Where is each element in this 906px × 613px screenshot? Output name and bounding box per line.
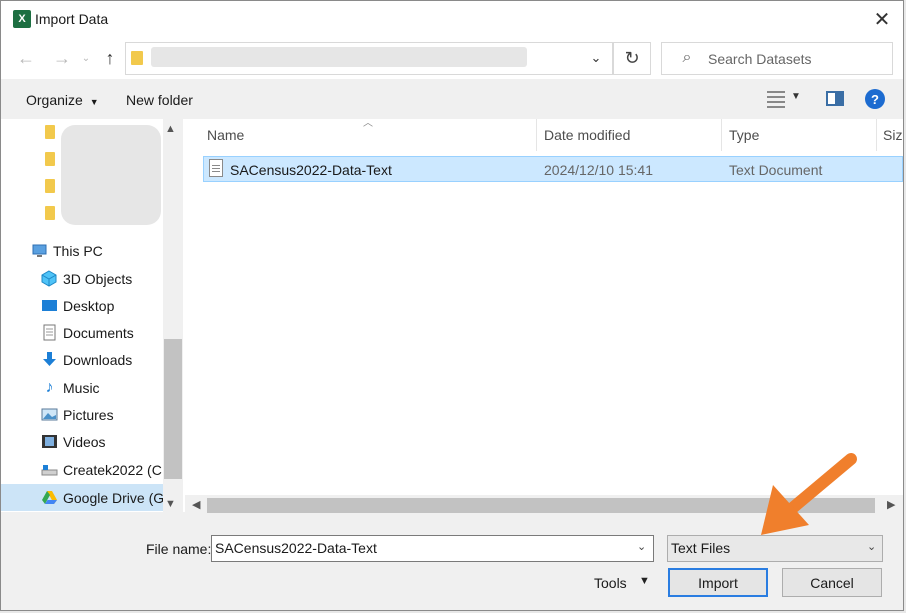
help-icon[interactable]: ?: [865, 89, 885, 109]
videos-icon: [41, 433, 58, 450]
nav-item-label: Google Drive (G:: [63, 489, 163, 506]
caret-down-icon: ▼: [89, 97, 99, 107]
tools-button[interactable]: Tools: [594, 575, 627, 591]
import-data-dialog: X Import Data ✕ ← → ⌄ ↑ ⌄ ↻ ⌕ Search Dat…: [0, 0, 904, 611]
file-type: Text Document: [729, 162, 823, 178]
column-header-size[interactable]: Size: [883, 127, 903, 143]
organize-label: Organize: [26, 92, 83, 108]
nav-item-label: Createk2022 (C:): [63, 461, 171, 478]
refresh-button[interactable]: ↻: [613, 42, 651, 75]
nav-item-3d-objects[interactable]: 3D Objects: [41, 265, 173, 292]
pictures-icon: [41, 406, 58, 423]
title-bar: [1, 1, 903, 37]
nav-item-desktop[interactable]: Desktop: [41, 292, 173, 319]
folder-icon: [131, 51, 143, 65]
back-button[interactable]: ←: [15, 47, 37, 69]
documents-icon: [41, 324, 58, 341]
view-options-icon[interactable]: [767, 90, 785, 108]
nav-item-label: Desktop: [63, 297, 115, 314]
file-date-modified: 2024/12/10 15:41: [544, 162, 653, 178]
scroll-down-icon[interactable]: ▼: [165, 498, 176, 510]
nav-item-label: Documents: [63, 324, 134, 341]
folder-icon: [45, 179, 55, 193]
folder-icon: [45, 125, 55, 139]
nav-item-pictures[interactable]: Pictures: [41, 401, 173, 428]
nav-item-label: Music: [63, 379, 100, 396]
address-dropdown-button[interactable]: ⌄: [585, 46, 607, 70]
sort-ascending-icon: ︿: [363, 118, 373, 129]
music-icon: ♪: [45, 379, 54, 396]
nav-item-downloads[interactable]: Downloads: [41, 346, 173, 373]
cancel-button[interactable]: Cancel: [782, 568, 882, 597]
preview-pane-icon[interactable]: [826, 91, 844, 106]
nav-item-documents[interactable]: Documents: [41, 319, 173, 346]
folder-icon: [45, 152, 55, 166]
forward-button[interactable]: →: [51, 47, 73, 69]
column-header-type[interactable]: Type: [729, 127, 759, 143]
arrow-left-icon: ←: [17, 47, 35, 68]
nav-item-label: This PC: [53, 242, 103, 259]
file-name-input[interactable]: SACensus2022-Data-Text: [211, 535, 654, 562]
excel-app-icon: X: [13, 10, 31, 28]
file-name-label: File name:: [146, 541, 212, 557]
close-button[interactable]: ✕: [863, 3, 901, 35]
column-divider[interactable]: [536, 119, 537, 151]
recent-locations-button[interactable]: ⌄: [77, 47, 95, 69]
annotation-arrow-icon: [761, 453, 857, 535]
import-button[interactable]: Import: [668, 568, 768, 597]
download-icon: [41, 351, 58, 368]
caret-down-icon[interactable]: ▼: [791, 91, 801, 102]
redacted-path: [151, 47, 527, 67]
scroll-right-icon[interactable]: ▶: [887, 498, 895, 511]
search-placeholder: Search Datasets: [708, 51, 812, 67]
google-drive-icon: [41, 489, 58, 506]
column-header-date-modified[interactable]: Date modified: [544, 127, 630, 143]
nav-item-google-drive[interactable]: Google Drive (G:: [1, 484, 163, 511]
up-button[interactable]: ↑: [99, 47, 121, 69]
nav-item-this-pc[interactable]: This PC: [31, 237, 163, 264]
computer-icon: [31, 242, 48, 259]
window-title: Import Data: [35, 11, 109, 27]
refresh-icon: ↻: [624, 48, 640, 68]
scroll-up-icon[interactable]: ▲: [165, 123, 176, 135]
nav-item-label: Pictures: [63, 406, 114, 423]
chevron-down-icon[interactable]: ⌄: [867, 540, 876, 553]
chevron-down-icon: ⌄: [590, 50, 602, 65]
folder-icon: [45, 206, 55, 220]
organize-button[interactable]: Organize ▼: [26, 92, 99, 108]
column-divider[interactable]: [876, 119, 877, 151]
scroll-left-icon[interactable]: ◀: [192, 498, 200, 511]
search-icon: ⌕: [682, 49, 692, 66]
cube-icon: [41, 270, 58, 287]
column-header-name[interactable]: Name: [207, 127, 244, 143]
drive-icon: [41, 461, 58, 478]
chevron-down-icon[interactable]: ⌄: [637, 540, 646, 553]
new-folder-button[interactable]: New folder: [126, 92, 193, 108]
file-name: SACensus2022-Data-Text: [230, 162, 392, 178]
caret-down-icon[interactable]: ▼: [639, 575, 650, 587]
column-divider[interactable]: [721, 119, 722, 151]
chevron-down-icon: ⌄: [81, 52, 91, 64]
arrow-right-icon: →: [53, 47, 71, 68]
nav-item-label: 3D Objects: [63, 270, 133, 287]
nav-item-local-drive[interactable]: Createk2022 (C:): [41, 456, 173, 483]
nav-item-label: Videos: [63, 433, 106, 450]
redacted-folders: [61, 125, 161, 225]
navigation-scrollbar-thumb[interactable]: [164, 339, 182, 479]
close-icon: ✕: [873, 8, 891, 31]
desktop-icon: [41, 297, 58, 314]
arrow-up-icon: ↑: [105, 47, 115, 68]
nav-item-music[interactable]: ♪ Music: [41, 374, 173, 401]
nav-item-label: Downloads: [63, 351, 133, 368]
text-file-icon: [209, 159, 223, 177]
nav-item-videos[interactable]: Videos: [41, 428, 173, 455]
